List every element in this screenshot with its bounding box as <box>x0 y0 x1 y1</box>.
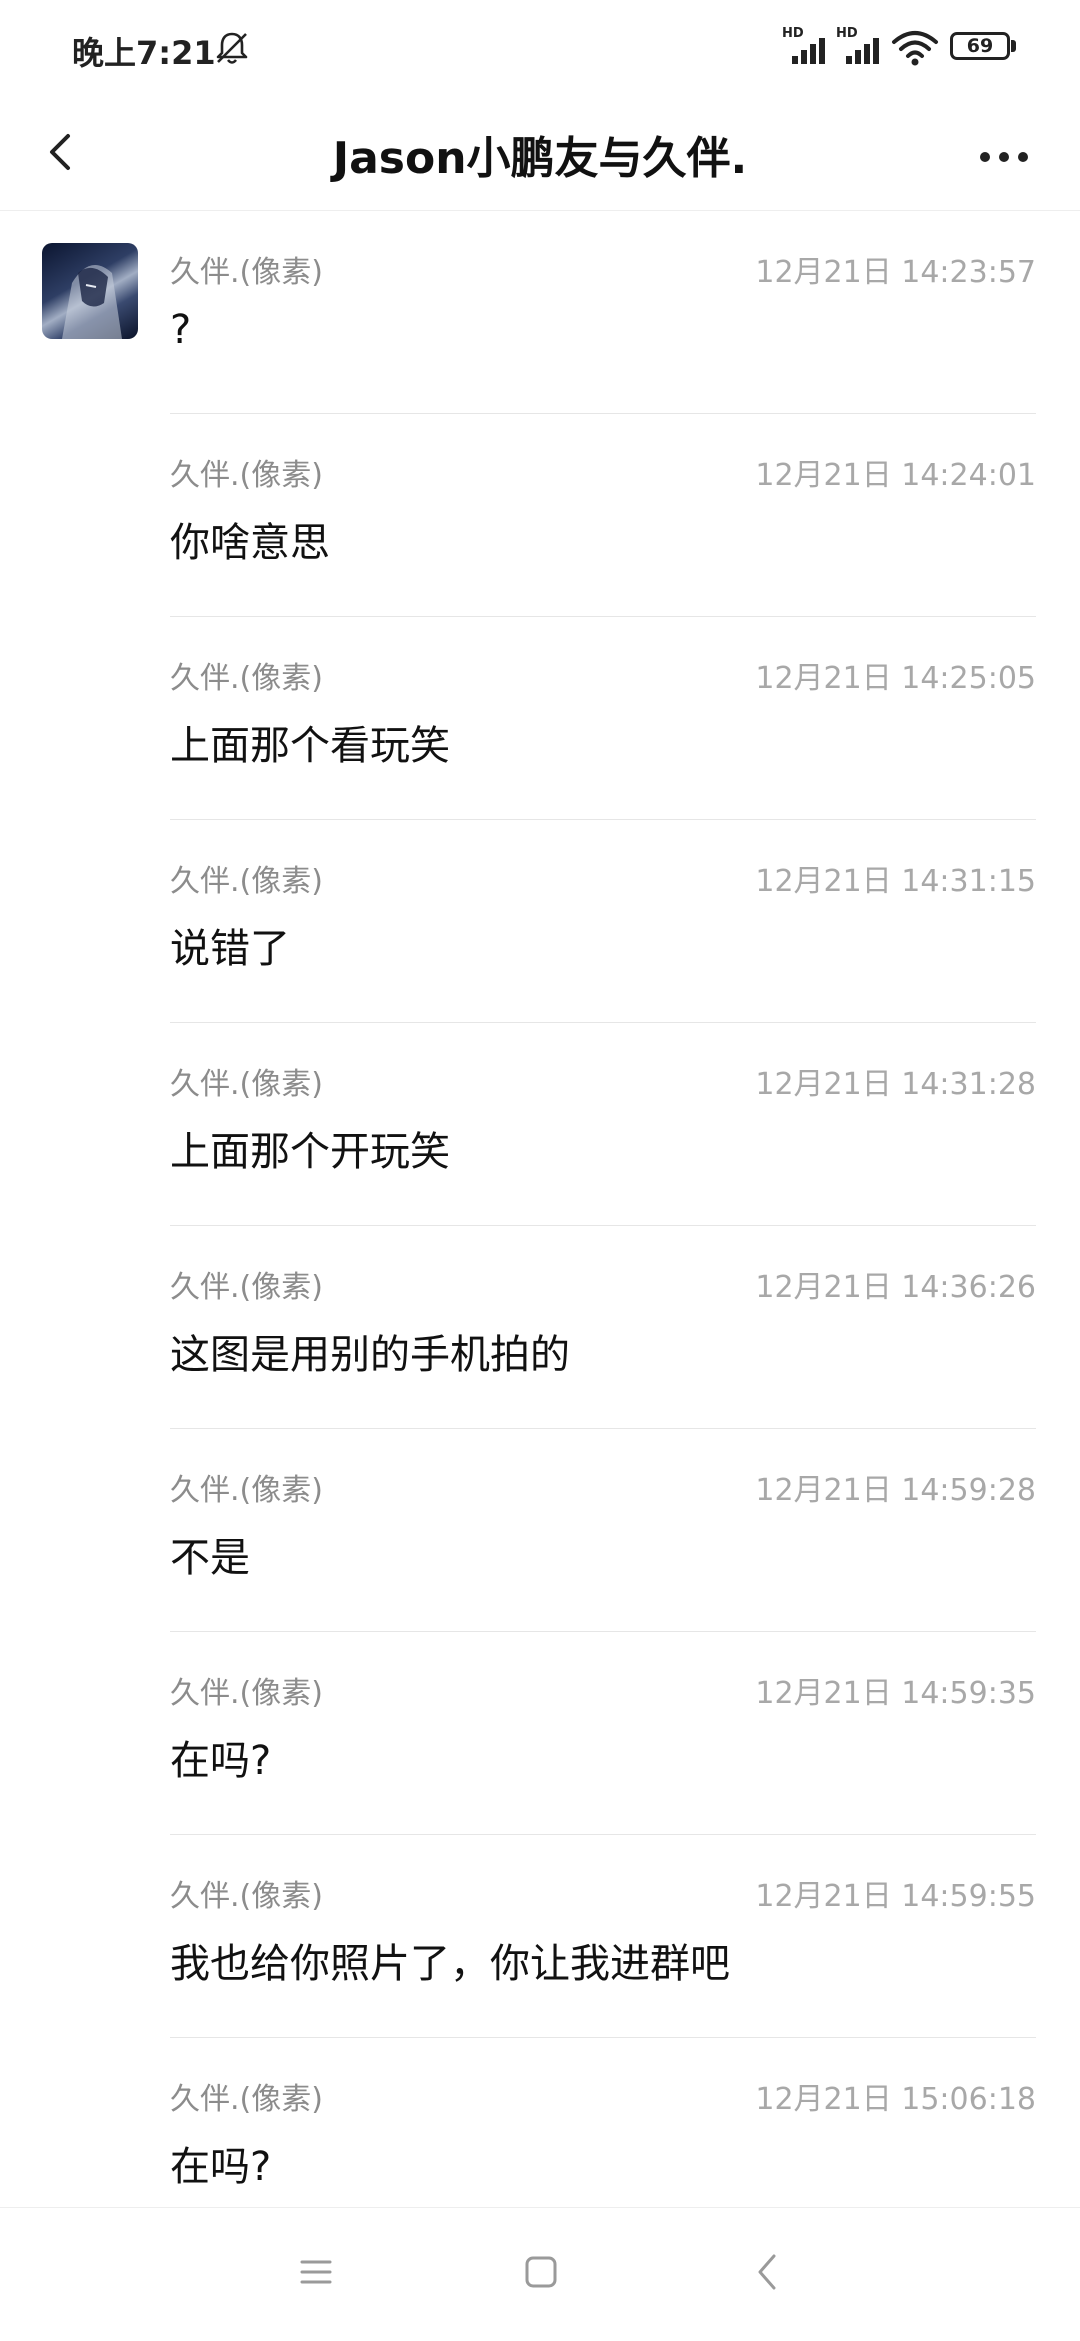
message-sender: 久伴.(像素) <box>170 1676 323 1711</box>
chat-title: Jason小鹏友与久伴. <box>332 133 748 184</box>
home-icon[interactable] <box>524 2255 558 2289</box>
message-time: 12月21日 14:31:28 <box>755 1067 1036 1102</box>
message-text[interactable]: 说错了 <box>170 916 290 974</box>
message-time: 12月21日 14:59:35 <box>755 1676 1036 1711</box>
message-sender: 久伴.(像素) <box>170 1270 323 1305</box>
message-time: 12月21日 14:24:01 <box>755 458 1036 493</box>
avatar[interactable] <box>42 243 138 339</box>
message-text[interactable]: 上面那个看玩笑 <box>170 713 450 771</box>
message-time: 12月21日 15:06:18 <box>755 2082 1036 2117</box>
message-item: 久伴.(像素) 12月21日 14:59:55 我也给你照片了，你让我进群吧 <box>0 1835 1080 2038</box>
message-text[interactable]: 在吗? <box>170 2134 271 2192</box>
menu-icon[interactable] <box>300 2258 332 2286</box>
signal-icon: HD <box>782 26 834 66</box>
battery-tip <box>1011 40 1016 52</box>
message-text[interactable]: 这图是用别的手机拍的 <box>170 1322 570 1380</box>
message-sender: 久伴.(像素) <box>170 2082 323 2117</box>
message-time: 12月21日 14:59:28 <box>755 1473 1036 1508</box>
message-text[interactable]: 不是 <box>170 1525 250 1583</box>
bell-muted-icon <box>216 32 248 64</box>
chevron-left-icon[interactable] <box>28 116 100 188</box>
message-item: 久伴.(像素) 12月21日 14:59:28 不是 <box>0 1429 1080 1632</box>
signal-icon: HD <box>836 26 888 66</box>
status-bar: 晚上7:21 HD HD 69 <box>0 0 1080 96</box>
message-time: 12月21日 14:23:57 <box>755 255 1036 290</box>
message-time: 12月21日 14:31:15 <box>755 864 1036 899</box>
message-text[interactable]: 你啥意思 <box>170 510 330 568</box>
message-sender: 久伴.(像素) <box>170 1879 323 1914</box>
battery-icon: 69 <box>950 32 1010 60</box>
message-time: 12月21日 14:36:26 <box>755 1270 1036 1305</box>
message-item: 久伴.(像素) 12月21日 14:31:15 说错了 <box>0 820 1080 1023</box>
message-time: 12月21日 14:59:55 <box>755 1879 1036 1914</box>
message-text[interactable]: 在吗? <box>170 1728 271 1786</box>
message-item: 久伴.(像素) 12月21日 14:59:35 在吗? <box>0 1632 1080 1835</box>
wifi-icon <box>892 31 938 66</box>
system-nav-bar <box>0 2207 1080 2341</box>
message-sender: 久伴.(像素) <box>170 661 323 696</box>
message-item: 久伴.(像素) 12月21日 14:36:26 这图是用别的手机拍的 <box>0 1226 1080 1429</box>
message-list[interactable]: 久伴.(像素) 12月21日 14:23:57 ? 久伴.(像素) 12月21日… <box>0 211 1080 2207</box>
back-icon[interactable] <box>752 2252 782 2292</box>
more-dots-icon[interactable] <box>968 124 1040 188</box>
message-time: 12月21日 14:25:05 <box>755 661 1036 696</box>
message-sender: 久伴.(像素) <box>170 1067 323 1102</box>
message-item: 久伴.(像素) 12月21日 14:31:28 上面那个开玩笑 <box>0 1023 1080 1226</box>
status-time: 晚上7:21 <box>72 34 216 72</box>
chat-header: Jason小鹏友与久伴. <box>0 96 1080 211</box>
message-text[interactable]: 我也给你照片了，你让我进群吧 <box>170 1931 730 1989</box>
message-sender: 久伴.(像素) <box>170 864 323 899</box>
message-text[interactable]: ? <box>170 307 191 353</box>
message-item: 久伴.(像素) 12月21日 14:25:05 上面那个看玩笑 <box>0 617 1080 820</box>
message-text[interactable]: 上面那个开玩笑 <box>170 1119 450 1177</box>
message-sender: 久伴.(像素) <box>170 255 323 290</box>
message-sender: 久伴.(像素) <box>170 1473 323 1508</box>
message-item: 久伴.(像素) 12月21日 14:23:57 ? <box>0 211 1080 414</box>
message-sender: 久伴.(像素) <box>170 458 323 493</box>
message-item: 久伴.(像素) 12月21日 15:06:18 在吗? <box>0 2038 1080 2207</box>
message-item: 久伴.(像素) 12月21日 14:24:01 你啥意思 <box>0 414 1080 617</box>
